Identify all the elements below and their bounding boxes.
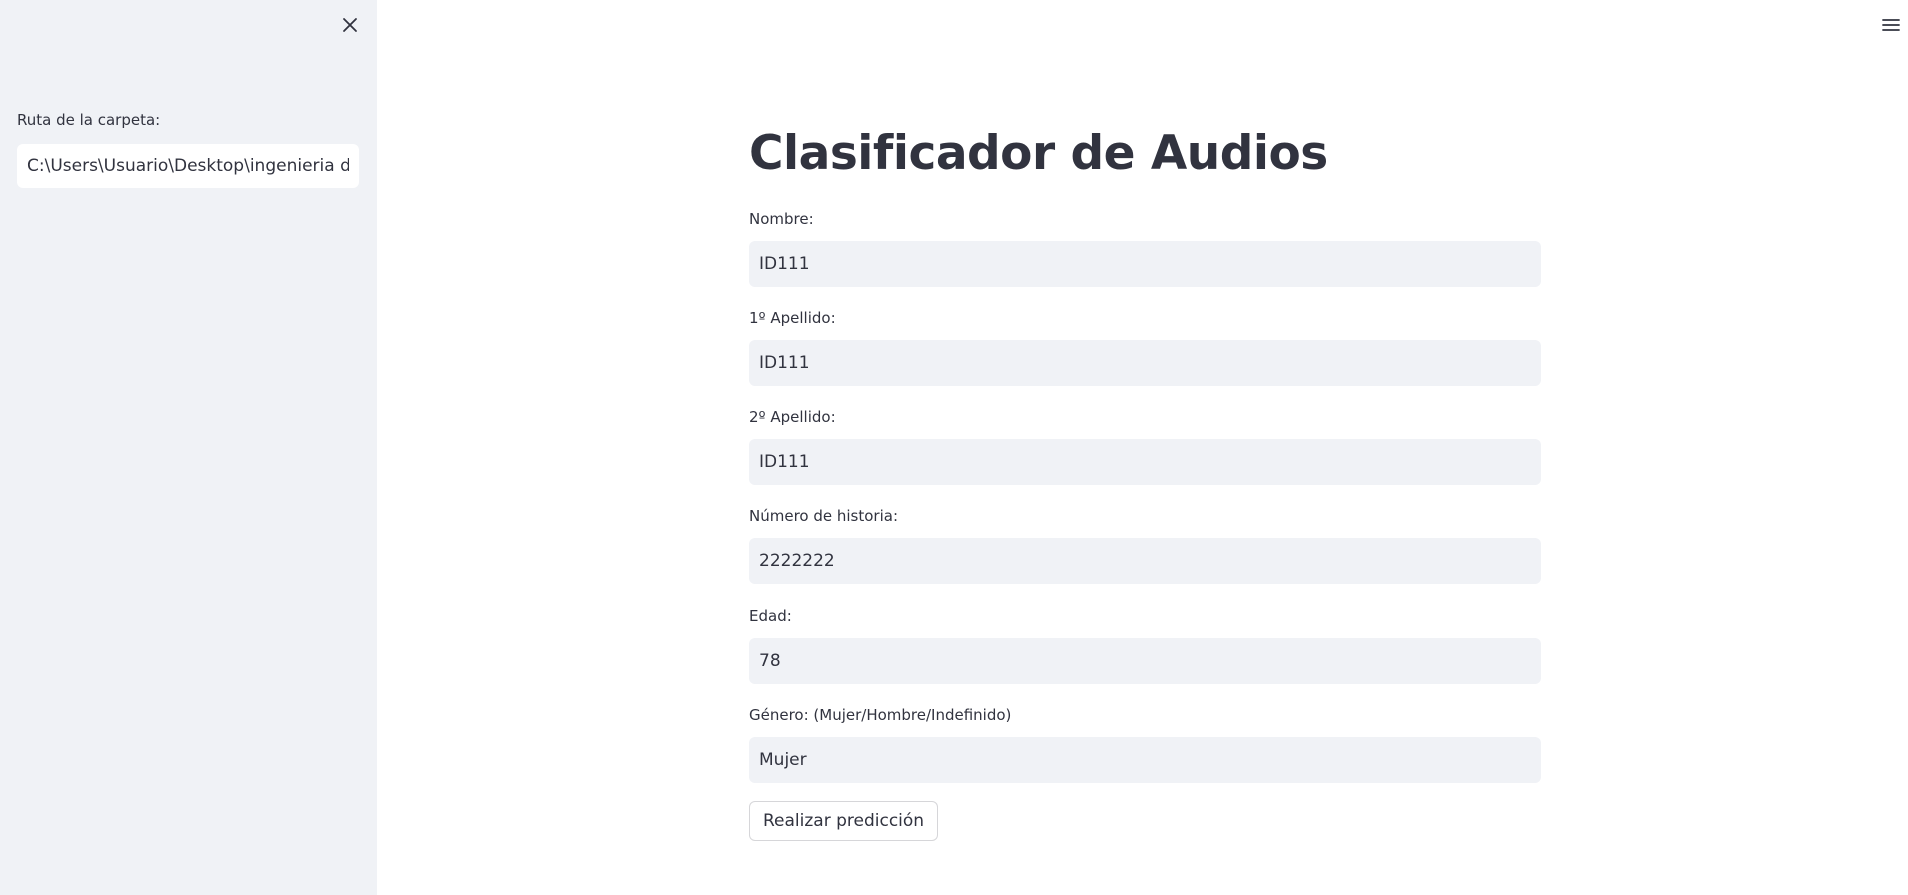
nombre-label: Nombre:	[749, 210, 814, 228]
folder-path-label: Ruta de la carpeta:	[17, 111, 161, 129]
hamburger-menu-icon[interactable]	[1882, 16, 1900, 34]
edad-input[interactable]	[749, 638, 1541, 684]
predict-button[interactable]: Realizar predicción	[749, 801, 939, 841]
page-title: Clasificador de Audios	[749, 126, 1328, 181]
primer-apellido-input[interactable]	[749, 340, 1541, 386]
primer-apellido-label: 1º Apellido:	[749, 309, 836, 327]
folder-path-input[interactable]	[17, 144, 359, 188]
close-icon[interactable]	[339, 14, 361, 36]
edad-label: Edad:	[749, 607, 792, 625]
segundo-apellido-input[interactable]	[749, 439, 1541, 485]
numero-historia-label: Número de historia:	[749, 507, 898, 525]
genero-input[interactable]	[749, 737, 1541, 783]
sidebar: Ruta de la carpeta:	[0, 0, 377, 895]
numero-historia-input[interactable]	[749, 538, 1541, 584]
segundo-apellido-label: 2º Apellido:	[749, 408, 836, 426]
genero-label: Género: (Mujer/Hombre/Indefinido)	[749, 706, 1012, 724]
nombre-input[interactable]	[749, 241, 1541, 287]
